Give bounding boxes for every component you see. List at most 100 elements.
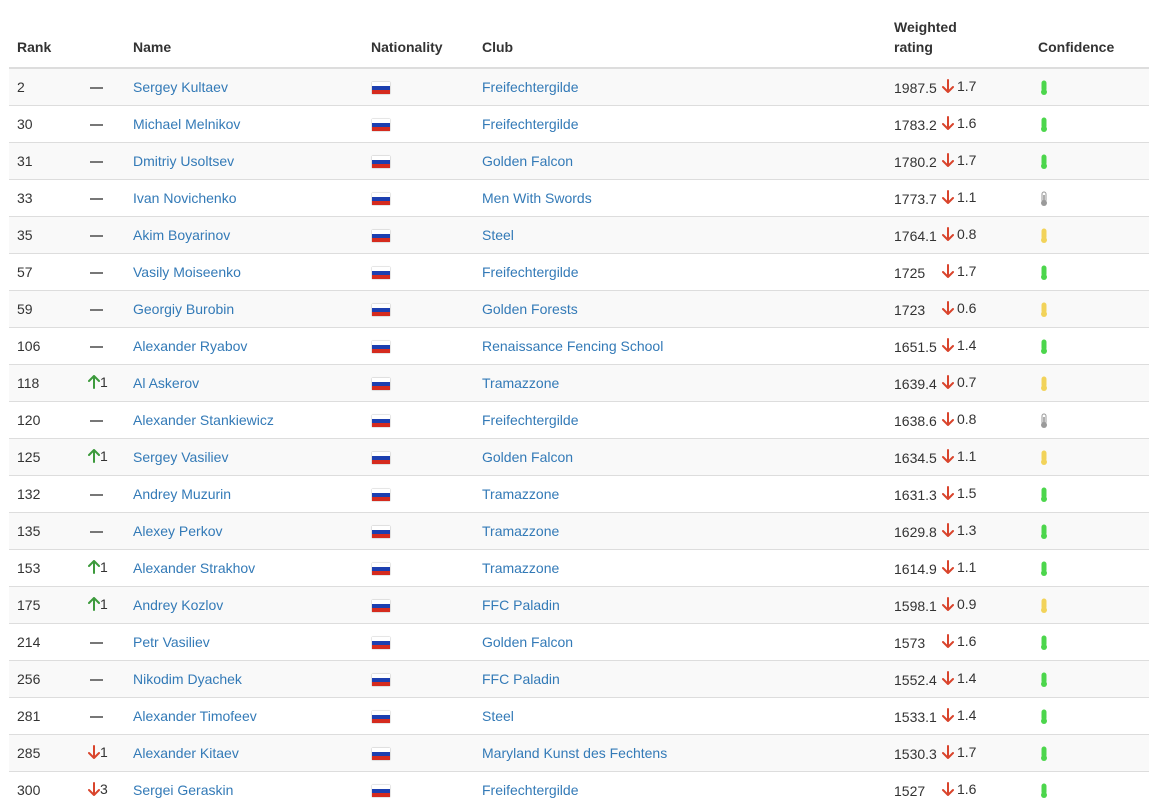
club-link[interactable]: Tramazzone: [482, 486, 559, 502]
rating-change: 1.6: [942, 781, 976, 797]
nationality-header[interactable]: Nationality: [363, 0, 474, 68]
club-cell: Golden Forests: [474, 291, 886, 328]
rating-change-value: 0.7: [957, 374, 976, 390]
thermometer-unknown-icon: [1039, 191, 1049, 207]
fencer-name-link[interactable]: Alexander Timofeev: [133, 708, 257, 724]
rating-value: 1527: [894, 783, 942, 799]
fencer-name-link[interactable]: Dmitriy Usoltsev: [133, 153, 234, 169]
table-row: 135Alexey PerkovTramazzone1629.81.3: [9, 513, 1149, 550]
rank-change: 3: [88, 781, 108, 797]
rating-change-value: 1.6: [957, 781, 976, 797]
fencer-name-link[interactable]: Alexander Stankiewicz: [133, 412, 274, 428]
fencer-name-link[interactable]: Akim Boyarinov: [133, 227, 230, 243]
club-link[interactable]: Freifechtergilde: [482, 116, 579, 132]
thermometer-medium-icon: [1039, 228, 1049, 244]
club-link[interactable]: Tramazzone: [482, 523, 559, 539]
thermometer-high-icon: [1039, 80, 1049, 96]
club-link[interactable]: Freifechtergilde: [482, 782, 579, 798]
club-link[interactable]: Golden Falcon: [482, 153, 573, 169]
thermometer-medium-icon: [1039, 302, 1049, 318]
nationality-cell: [363, 68, 474, 106]
rank-cell: 35: [9, 217, 80, 254]
fencer-name-link[interactable]: Ivan Novichenko: [133, 190, 237, 206]
nationality-cell: [363, 698, 474, 735]
arrow-down-icon: [942, 708, 954, 722]
club-link[interactable]: FFC Paladin: [482, 671, 560, 687]
name-cell: Alexander Ryabov: [125, 328, 363, 365]
fencer-name-link[interactable]: Alexander Ryabov: [133, 338, 247, 354]
table-row: 31Dmitriy UsoltsevGolden Falcon1780.21.7: [9, 143, 1149, 180]
fencer-name-link[interactable]: Sergey Vasiliev: [133, 449, 228, 465]
name-header[interactable]: Name: [125, 0, 363, 68]
fencer-name-link[interactable]: Andrey Kozlov: [133, 597, 223, 613]
rating-change: 1.4: [942, 337, 976, 353]
fencer-name-link[interactable]: Sergey Kultaev: [133, 79, 228, 95]
club-cell: Maryland Kunst des Fechtens: [474, 735, 886, 772]
club-link[interactable]: Steel: [482, 708, 514, 724]
rank-change-cell: [80, 291, 125, 328]
arrow-down-icon: [942, 264, 954, 278]
name-cell: Sergey Kultaev: [125, 68, 363, 106]
fencer-name-link[interactable]: Vasily Moiseenko: [133, 264, 241, 280]
arrow-down-icon: [942, 597, 954, 611]
table-body: 2Sergey KultaevFreifechtergilde1987.51.7…: [9, 68, 1149, 808]
club-link[interactable]: Golden Falcon: [482, 449, 573, 465]
arrow-down-icon: [942, 412, 954, 426]
weighted-rating-header[interactable]: Weightedrating: [886, 0, 1030, 68]
club-cell: Freifechtergilde: [474, 254, 886, 291]
club-header[interactable]: Club: [474, 0, 886, 68]
fencer-name-link[interactable]: Al Askerov: [133, 375, 199, 391]
club-cell: Golden Falcon: [474, 143, 886, 180]
fencer-name-link[interactable]: Andrey Muzurin: [133, 486, 231, 502]
confidence-header[interactable]: Confidence: [1030, 0, 1149, 68]
fencer-name-link[interactable]: Alexander Kitaev: [133, 745, 239, 761]
club-link[interactable]: Freifechtergilde: [482, 412, 579, 428]
fencer-name-link[interactable]: Michael Melnikov: [133, 116, 240, 132]
club-link[interactable]: Freifechtergilde: [482, 264, 579, 280]
club-link[interactable]: FFC Paladin: [482, 597, 560, 613]
name-cell: Nikodim Dyachek: [125, 661, 363, 698]
confidence-cell: [1030, 698, 1149, 735]
table-row: 2851Alexander KitaevMaryland Kunst des F…: [9, 735, 1149, 772]
no-change-dash-icon: [90, 420, 103, 422]
club-link[interactable]: Golden Falcon: [482, 634, 573, 650]
arrow-down-icon: [942, 782, 954, 796]
club-link[interactable]: Maryland Kunst des Fechtens: [482, 745, 667, 761]
rating-change-value: 1.1: [957, 448, 976, 464]
rating-change-value: 0.8: [957, 411, 976, 427]
table-header: Rank Name Nationality Club Weightedratin…: [9, 0, 1149, 68]
weighted-rating-cell: 1631.31.5: [886, 476, 1030, 513]
rank-cell: 31: [9, 143, 80, 180]
club-link[interactable]: Steel: [482, 227, 514, 243]
arrow-down-icon: [942, 116, 954, 130]
nationality-cell: [363, 106, 474, 143]
club-link[interactable]: Tramazzone: [482, 375, 559, 391]
weighted-rating-header-line2: rating: [894, 39, 933, 55]
rank-change-cell: 1: [80, 587, 125, 624]
weighted-rating-cell: 1773.71.1: [886, 180, 1030, 217]
club-link[interactable]: Renaissance Fencing School: [482, 338, 663, 354]
club-cell: Golden Falcon: [474, 624, 886, 661]
rating-change: 0.8: [942, 411, 976, 427]
name-cell: Vasily Moiseenko: [125, 254, 363, 291]
fencer-name-link[interactable]: Georgiy Burobin: [133, 301, 234, 317]
russia-flag-icon: [372, 674, 390, 686]
club-link[interactable]: Freifechtergilde: [482, 79, 579, 95]
fencer-name-link[interactable]: Alexey Perkov: [133, 523, 222, 539]
thermometer-high-icon: [1039, 709, 1049, 725]
fencer-name-link[interactable]: Sergei Geraskin: [133, 782, 233, 798]
nationality-cell: [363, 624, 474, 661]
rating-value: 1773.7: [894, 191, 942, 207]
rank-change: 1: [88, 559, 108, 575]
fencer-name-link[interactable]: Nikodim Dyachek: [133, 671, 242, 687]
rank-header[interactable]: Rank: [9, 0, 80, 68]
nationality-cell: [363, 217, 474, 254]
rating-change-value: 0.9: [957, 596, 976, 612]
name-cell: Alexander Stankiewicz: [125, 402, 363, 439]
rank-change-cell: [80, 180, 125, 217]
fencer-name-link[interactable]: Alexander Strakhov: [133, 560, 255, 576]
fencer-name-link[interactable]: Petr Vasiliev: [133, 634, 210, 650]
club-link[interactable]: Men With Swords: [482, 190, 592, 206]
club-link[interactable]: Golden Forests: [482, 301, 578, 317]
club-link[interactable]: Tramazzone: [482, 560, 559, 576]
